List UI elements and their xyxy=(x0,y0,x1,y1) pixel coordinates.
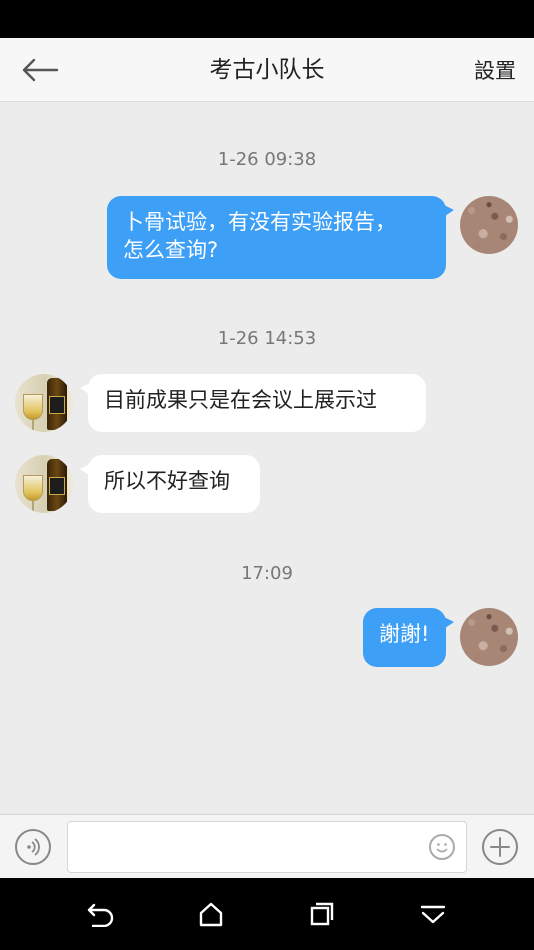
outgoing-message-bubble[interactable]: 謝謝! xyxy=(363,608,454,667)
undo-arrow-icon xyxy=(87,903,114,927)
chat-header: 考古小队长 設置 xyxy=(0,38,534,102)
message-timestamp: 1-26 09:38 xyxy=(217,149,317,170)
voice-icon xyxy=(27,838,40,856)
arrow-left-icon xyxy=(22,58,59,82)
recents-icon xyxy=(310,902,334,926)
message-text: 所以不好查询 xyxy=(104,469,230,493)
outgoing-message-bubble[interactable]: 卜骨试验，有没有实验报告， 怎么查询? xyxy=(107,196,454,279)
message-text: 怎么查询? xyxy=(123,238,219,262)
home-icon xyxy=(199,902,223,927)
nav-back-button[interactable] xyxy=(83,896,119,932)
message-timestamp: 1-26 14:53 xyxy=(217,328,317,349)
settings-button[interactable]: 設置 xyxy=(474,38,516,102)
incoming-message-bubble[interactable]: 所以不好查询 xyxy=(80,455,260,513)
system-navigation-bar xyxy=(0,878,534,950)
incoming-message-bubble[interactable]: 目前成果只是在会议上展示过 xyxy=(80,374,426,432)
self-avatar[interactable] xyxy=(460,196,518,254)
message-text: 謝謝! xyxy=(379,622,430,646)
message-text: 卜骨试验，有没有实验报告， xyxy=(123,210,396,234)
message-list[interactable]: 1-26 09:38 卜骨试验，有没有实验报告， 怎么查询? 1-26 14:5… xyxy=(0,102,534,814)
nav-home-button[interactable] xyxy=(193,896,229,932)
self-avatar[interactable] xyxy=(460,608,518,666)
collapse-icon xyxy=(420,905,446,924)
contact-avatar[interactable] xyxy=(15,455,73,513)
message-input[interactable] xyxy=(67,821,467,873)
plus-icon xyxy=(490,837,510,857)
message-input-bar xyxy=(0,814,534,878)
smiley-icon xyxy=(436,843,448,853)
status-bar xyxy=(0,0,534,38)
voice-button[interactable] xyxy=(15,829,51,865)
contact-avatar[interactable] xyxy=(15,374,73,432)
emoji-button[interactable] xyxy=(429,834,455,860)
message-timestamp: 17:09 xyxy=(241,563,293,584)
back-button[interactable] xyxy=(18,52,62,88)
nav-collapse-button[interactable] xyxy=(415,896,451,932)
chat-title: 考古小队长 xyxy=(209,57,325,83)
message-text: 目前成果只是在会议上展示过 xyxy=(104,388,377,412)
more-options-button[interactable] xyxy=(482,829,518,865)
nav-recents-button[interactable] xyxy=(304,896,340,932)
